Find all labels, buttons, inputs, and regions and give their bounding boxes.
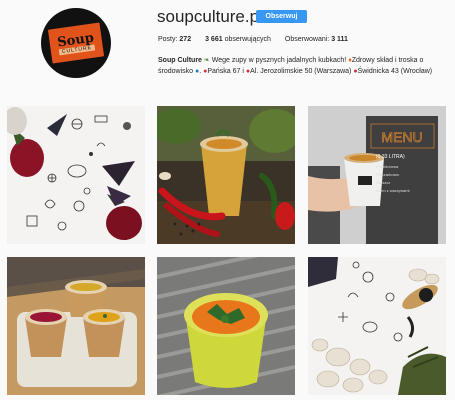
avatar[interactable]: Soup CULTURE — [41, 8, 111, 78]
bio-line2a: środowisko — [158, 68, 194, 75]
bio-line1b: Zdrowy skład i troska o — [351, 57, 424, 64]
posts-count: 272 — [179, 36, 192, 43]
soup-culture-logo: Soup CULTURE — [45, 20, 107, 66]
green-soup-cup-image — [157, 257, 295, 395]
mushroom-pattern-image — [308, 257, 446, 395]
globe-emoji-icon: ● — [194, 68, 200, 75]
following-stat[interactable]: Obserwowani: 3 111 — [285, 36, 348, 43]
beetroot-pattern-image — [7, 106, 145, 244]
menu-item-1: Pomidorowa — [376, 164, 399, 169]
profile-stats: Posty: 272 3 661 obserwujących Obserwowa… — [158, 36, 362, 43]
soup-cup-peppers-image — [157, 106, 295, 244]
menu-item-2: Pieczarkowa — [376, 172, 399, 177]
post-tile[interactable] — [7, 257, 145, 395]
bio-line1: Wege zupy w pysznych jadalnych kubkach! — [211, 57, 347, 64]
menu-item-4: Krem z warzywami — [376, 188, 410, 193]
menu-item-3: Barszcz — [376, 180, 390, 185]
menu-title-text: MENU — [381, 129, 422, 145]
bio-line2d: Świdnicka 43 — [357, 68, 399, 75]
profile-header: Soup CULTURE soupculture.pl Obserwuj Pos… — [0, 0, 455, 98]
post-tile[interactable] — [157, 106, 295, 244]
bio-line2b: Pańska 67 i — [207, 68, 244, 75]
follow-button[interactable]: Obserwuj — [256, 10, 307, 23]
post-tile[interactable] — [7, 106, 145, 244]
posts-label: Posty: — [158, 36, 178, 43]
following-label: Obserwowani: — [284, 36, 330, 43]
bio-name: Soup Culture — [158, 57, 202, 64]
cups-tray-image — [7, 257, 145, 395]
bio-line3: (Wrocław) — [400, 68, 433, 75]
followers-label: obserwujących — [224, 36, 271, 43]
posts-stat[interactable]: Posty: 272 — [158, 36, 191, 43]
followers-stat[interactable]: 3 661 obserwujących — [205, 36, 271, 43]
menu-price-text: (0,33 LITRA) — [376, 154, 405, 160]
followers-count: 3 661 — [205, 36, 223, 43]
post-tile[interactable] — [308, 257, 446, 395]
post-tile[interactable]: MENU (0,33 LITRA) Pomidorowa Pieczarkowa… — [308, 106, 446, 244]
leaf-emoji-icon: ❧ — [203, 57, 210, 64]
bio-line2c: Al. Jerozolimskie 50 (Warszawa) — [250, 68, 352, 75]
menu-hand-cup-image: MENU (0,33 LITRA) Pomidorowa Pieczarkowa… — [308, 106, 446, 244]
post-tile[interactable] — [157, 257, 295, 395]
bio: Soup Culture ❧ Wege zupy w pysznych jada… — [158, 57, 433, 75]
following-count: 3 111 — [331, 36, 348, 43]
username: soupculture.pl — [157, 7, 263, 26]
